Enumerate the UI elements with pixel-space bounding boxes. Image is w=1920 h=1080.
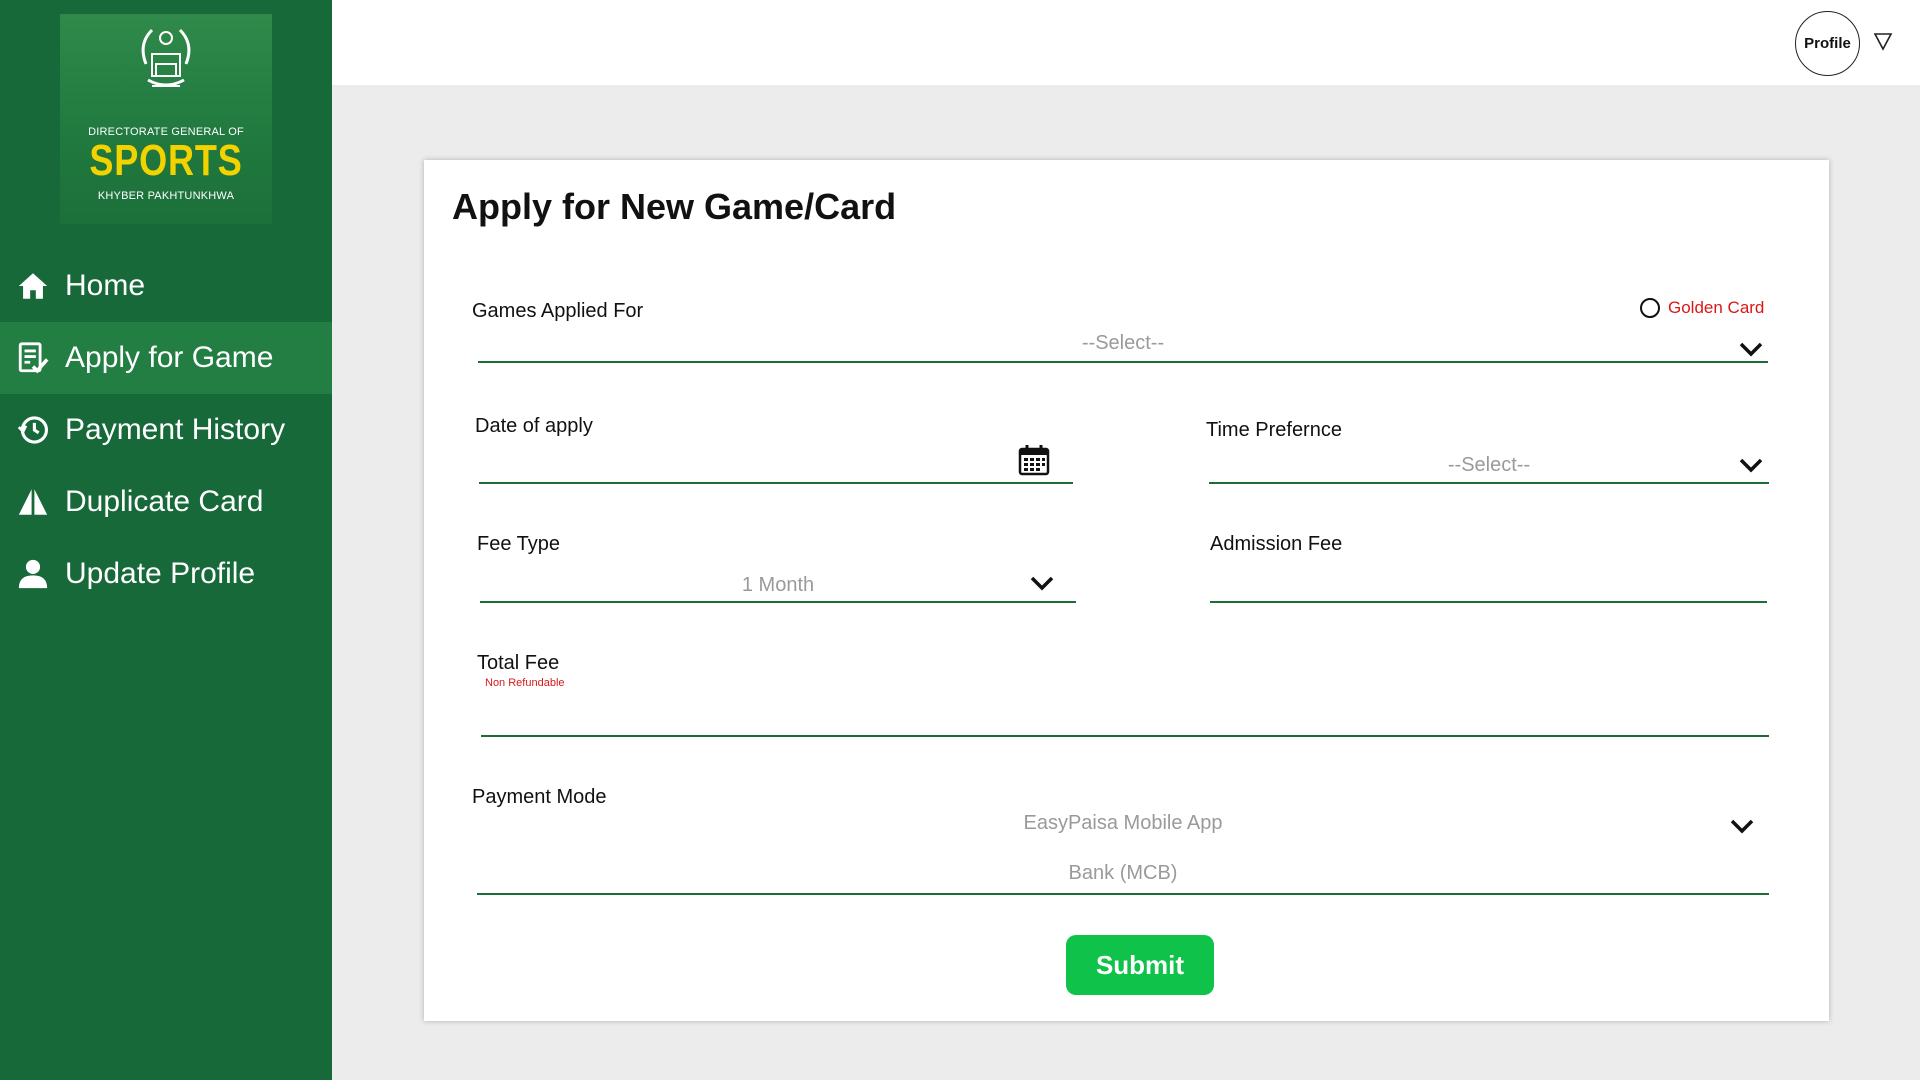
time-preference-label: Time Prefernce bbox=[1206, 419, 1342, 441]
logo-line-3: KHYBER PAKHTUNKHWA bbox=[97, 190, 235, 202]
payment-option-bank[interactable]: Bank (MCB) bbox=[477, 862, 1769, 885]
sidebar-item-label: Apply for Game bbox=[65, 341, 274, 374]
sidebar-item-apply-for-game[interactable]: Apply for Game bbox=[0, 322, 332, 394]
apply-form-card: Apply for New Game/Card Games Applied Fo… bbox=[424, 160, 1829, 1021]
duplicate-icon bbox=[15, 484, 51, 520]
radio-circle-icon bbox=[1640, 298, 1660, 318]
payment-mode-underline bbox=[477, 893, 1769, 895]
sidebar-item-label: Duplicate Card bbox=[65, 485, 264, 518]
admission-fee-label: Admission Fee bbox=[1210, 533, 1343, 555]
chevron-down-icon[interactable] bbox=[1738, 456, 1764, 474]
games-applied-label: Games Applied For bbox=[472, 300, 644, 322]
sidebar: DIRECTORATE GENERAL OF SPORTS KHYBER PAK… bbox=[0, 0, 332, 1080]
sidebar-item-duplicate-card[interactable]: Duplicate Card bbox=[0, 466, 332, 538]
checklist-icon bbox=[15, 340, 51, 376]
submit-button[interactable]: Submit bbox=[1066, 935, 1214, 995]
profile-button[interactable]: Profile bbox=[1795, 11, 1860, 76]
sidebar-item-label: Update Profile bbox=[65, 557, 256, 590]
chevron-down-icon[interactable] bbox=[1729, 817, 1755, 835]
emblem-icon bbox=[141, 28, 191, 87]
page-title: Apply for New Game/Card bbox=[452, 186, 897, 227]
total-fee-label: Total Fee bbox=[477, 652, 560, 674]
total-fee-underline bbox=[481, 735, 1769, 737]
sidebar-item-update-profile[interactable]: Update Profile bbox=[0, 538, 332, 610]
logo-line-2: SPORTS bbox=[89, 136, 243, 185]
payment-option-easypaisa[interactable]: EasyPaisa Mobile App bbox=[477, 812, 1769, 835]
calendar-icon[interactable] bbox=[1018, 444, 1050, 476]
golden-card-radio[interactable]: Golden Card bbox=[1640, 298, 1764, 318]
date-of-apply-underline bbox=[479, 482, 1073, 484]
chevron-down-icon[interactable] bbox=[1029, 574, 1055, 592]
sidebar-nav: Home Apply for Game Payment History Dupl… bbox=[0, 250, 332, 610]
sidebar-item-home[interactable]: Home bbox=[0, 250, 332, 322]
sports-logo: DIRECTORATE GENERAL OF SPORTS KHYBER PAK… bbox=[60, 14, 272, 224]
home-icon bbox=[15, 268, 51, 304]
non-refundable-note: Non Refundable bbox=[485, 677, 565, 689]
chevron-down-icon[interactable] bbox=[1738, 340, 1764, 358]
admission-fee-underline bbox=[1210, 601, 1767, 603]
golden-card-label: Golden Card bbox=[1668, 298, 1765, 317]
sidebar-item-label: Payment History bbox=[65, 413, 286, 446]
date-of-apply-label: Date of apply bbox=[475, 415, 593, 437]
time-preference-select[interactable]: --Select-- bbox=[1209, 454, 1769, 477]
history-icon bbox=[15, 412, 51, 448]
fee-type-underline bbox=[480, 601, 1076, 603]
sidebar-item-payment-history[interactable]: Payment History bbox=[0, 394, 332, 466]
games-applied-select[interactable]: --Select-- bbox=[478, 332, 1768, 355]
fee-type-select[interactable]: 1 Month bbox=[480, 574, 1076, 597]
sidebar-item-label: Home bbox=[65, 269, 146, 302]
time-preference-underline bbox=[1209, 482, 1769, 484]
triangle-down-icon[interactable] bbox=[1872, 30, 1894, 52]
user-icon bbox=[15, 556, 51, 592]
top-bar bbox=[332, 0, 1920, 85]
fee-type-label: Fee Type bbox=[477, 533, 561, 555]
payment-mode-label: Payment Mode bbox=[472, 786, 607, 808]
games-applied-underline bbox=[478, 361, 1768, 363]
